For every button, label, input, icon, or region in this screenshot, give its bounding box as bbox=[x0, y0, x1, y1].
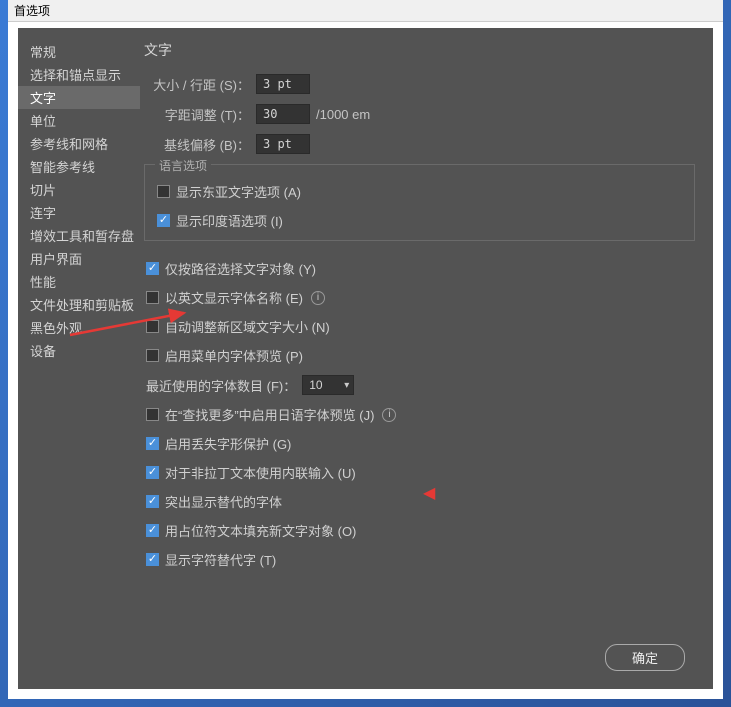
sidebar-item-black-appearance[interactable]: 黑色外观 bbox=[18, 316, 140, 339]
sidebar: 常规 选择和锚点显示 文字 单位 参考线和网格 智能参考线 切片 连字 增效工具… bbox=[18, 28, 140, 634]
label-path-select: 仅按路径选择文字对象 (Y) bbox=[165, 259, 316, 278]
checkbox-path-select[interactable] bbox=[146, 262, 159, 275]
sidebar-item-file-clipboard[interactable]: 文件处理和剪贴板 bbox=[18, 293, 140, 316]
label-glyph-protect: 启用丢失字形保护 (G) bbox=[165, 434, 291, 453]
checkbox-jp-preview[interactable] bbox=[146, 408, 159, 421]
baseline-label: 基线偏移 (B)： bbox=[144, 135, 250, 154]
window-titlebar: 首选项 bbox=[8, 0, 723, 22]
type-panel: 文字 大小 / 行距 (S)： 字距调整 (T)： /1000 em 基线偏移 … bbox=[140, 28, 713, 634]
sidebar-item-hyphenation[interactable]: 连字 bbox=[18, 201, 140, 224]
checkbox-glyph-protect[interactable] bbox=[146, 437, 159, 450]
sidebar-item-ui[interactable]: 用户界面 bbox=[18, 247, 140, 270]
label-highlight-alt: 突出显示替代的字体 bbox=[165, 492, 282, 511]
checkbox-highlight-alt[interactable] bbox=[146, 495, 159, 508]
label-fill-placeholder: 用占位符文本填充新文字对象 (O) bbox=[165, 521, 356, 540]
tracking-input[interactable] bbox=[256, 104, 310, 124]
info-icon[interactable]: i bbox=[382, 408, 396, 422]
info-icon[interactable]: i bbox=[311, 291, 325, 305]
sidebar-item-smart-guides[interactable]: 智能参考线 bbox=[18, 155, 140, 178]
preferences-window: 首选项 常规 选择和锚点显示 文字 单位 参考线和网格 智能参考线 切片 连字 … bbox=[8, 0, 723, 699]
label-show-glyph-alt: 显示字符替代字 (T) bbox=[165, 550, 276, 569]
baseline-input[interactable] bbox=[256, 134, 310, 154]
button-bar: 确定 bbox=[18, 634, 713, 689]
recent-fonts-label: 最近使用的字体数目 (F)： bbox=[146, 376, 296, 395]
sidebar-item-selection-anchor[interactable]: 选择和锚点显示 bbox=[18, 63, 140, 86]
label-menu-preview: 启用菜单内字体预览 (P) bbox=[165, 346, 303, 365]
checkbox-menu-preview[interactable] bbox=[146, 349, 159, 362]
window-title: 首选项 bbox=[14, 4, 50, 18]
sidebar-item-general[interactable]: 常规 bbox=[18, 40, 140, 63]
sidebar-item-devices[interactable]: 设备 bbox=[18, 339, 140, 362]
size-leading-input[interactable] bbox=[256, 74, 310, 94]
sidebar-item-units[interactable]: 单位 bbox=[18, 109, 140, 132]
checkbox-inline-input[interactable] bbox=[146, 466, 159, 479]
checkbox-east-asian[interactable] bbox=[157, 185, 170, 198]
language-fieldset: 语言选项 显示东亚文字选项 (A) 显示印度语选项 (I) bbox=[144, 164, 695, 241]
label-auto-resize: 自动调整新区域文字大小 (N) bbox=[165, 317, 330, 336]
sidebar-item-type[interactable]: 文字 bbox=[18, 86, 140, 109]
checkbox-en-fontnames[interactable] bbox=[146, 291, 159, 304]
tracking-label: 字距调整 (T)： bbox=[144, 105, 250, 124]
sidebar-item-performance[interactable]: 性能 bbox=[18, 270, 140, 293]
sidebar-item-guides-grid[interactable]: 参考线和网格 bbox=[18, 132, 140, 155]
sidebar-item-plugins-scratch[interactable]: 增效工具和暂存盘 bbox=[18, 224, 140, 247]
label-jp-preview: 在“查找更多”中启用日语字体预览 (J) bbox=[165, 405, 374, 424]
label-east-asian: 显示东亚文字选项 (A) bbox=[176, 182, 301, 201]
label-en-fontnames: 以英文显示字体名称 (E) bbox=[165, 288, 303, 307]
label-inline-input: 对于非拉丁文本使用内联输入 (U) bbox=[165, 463, 356, 482]
main-area: 常规 选择和锚点显示 文字 单位 参考线和网格 智能参考线 切片 连字 增效工具… bbox=[18, 28, 713, 634]
sidebar-item-slices[interactable]: 切片 bbox=[18, 178, 140, 201]
size-leading-label: 大小 / 行距 (S)： bbox=[144, 75, 250, 94]
panel-title: 文字 bbox=[144, 40, 699, 60]
recent-fonts-select[interactable]: 10 bbox=[302, 375, 354, 395]
label-indic: 显示印度语选项 (I) bbox=[176, 211, 283, 230]
checkbox-indic[interactable] bbox=[157, 214, 170, 227]
checkbox-show-glyph-alt[interactable] bbox=[146, 553, 159, 566]
checkbox-fill-placeholder[interactable] bbox=[146, 524, 159, 537]
tracking-unit: /1000 em bbox=[316, 107, 370, 122]
content-pane: 常规 选择和锚点显示 文字 单位 参考线和网格 智能参考线 切片 连字 增效工具… bbox=[18, 28, 713, 689]
ok-button[interactable]: 确定 bbox=[605, 644, 685, 671]
language-legend: 语言选项 bbox=[155, 159, 211, 173]
checkbox-auto-resize[interactable] bbox=[146, 320, 159, 333]
